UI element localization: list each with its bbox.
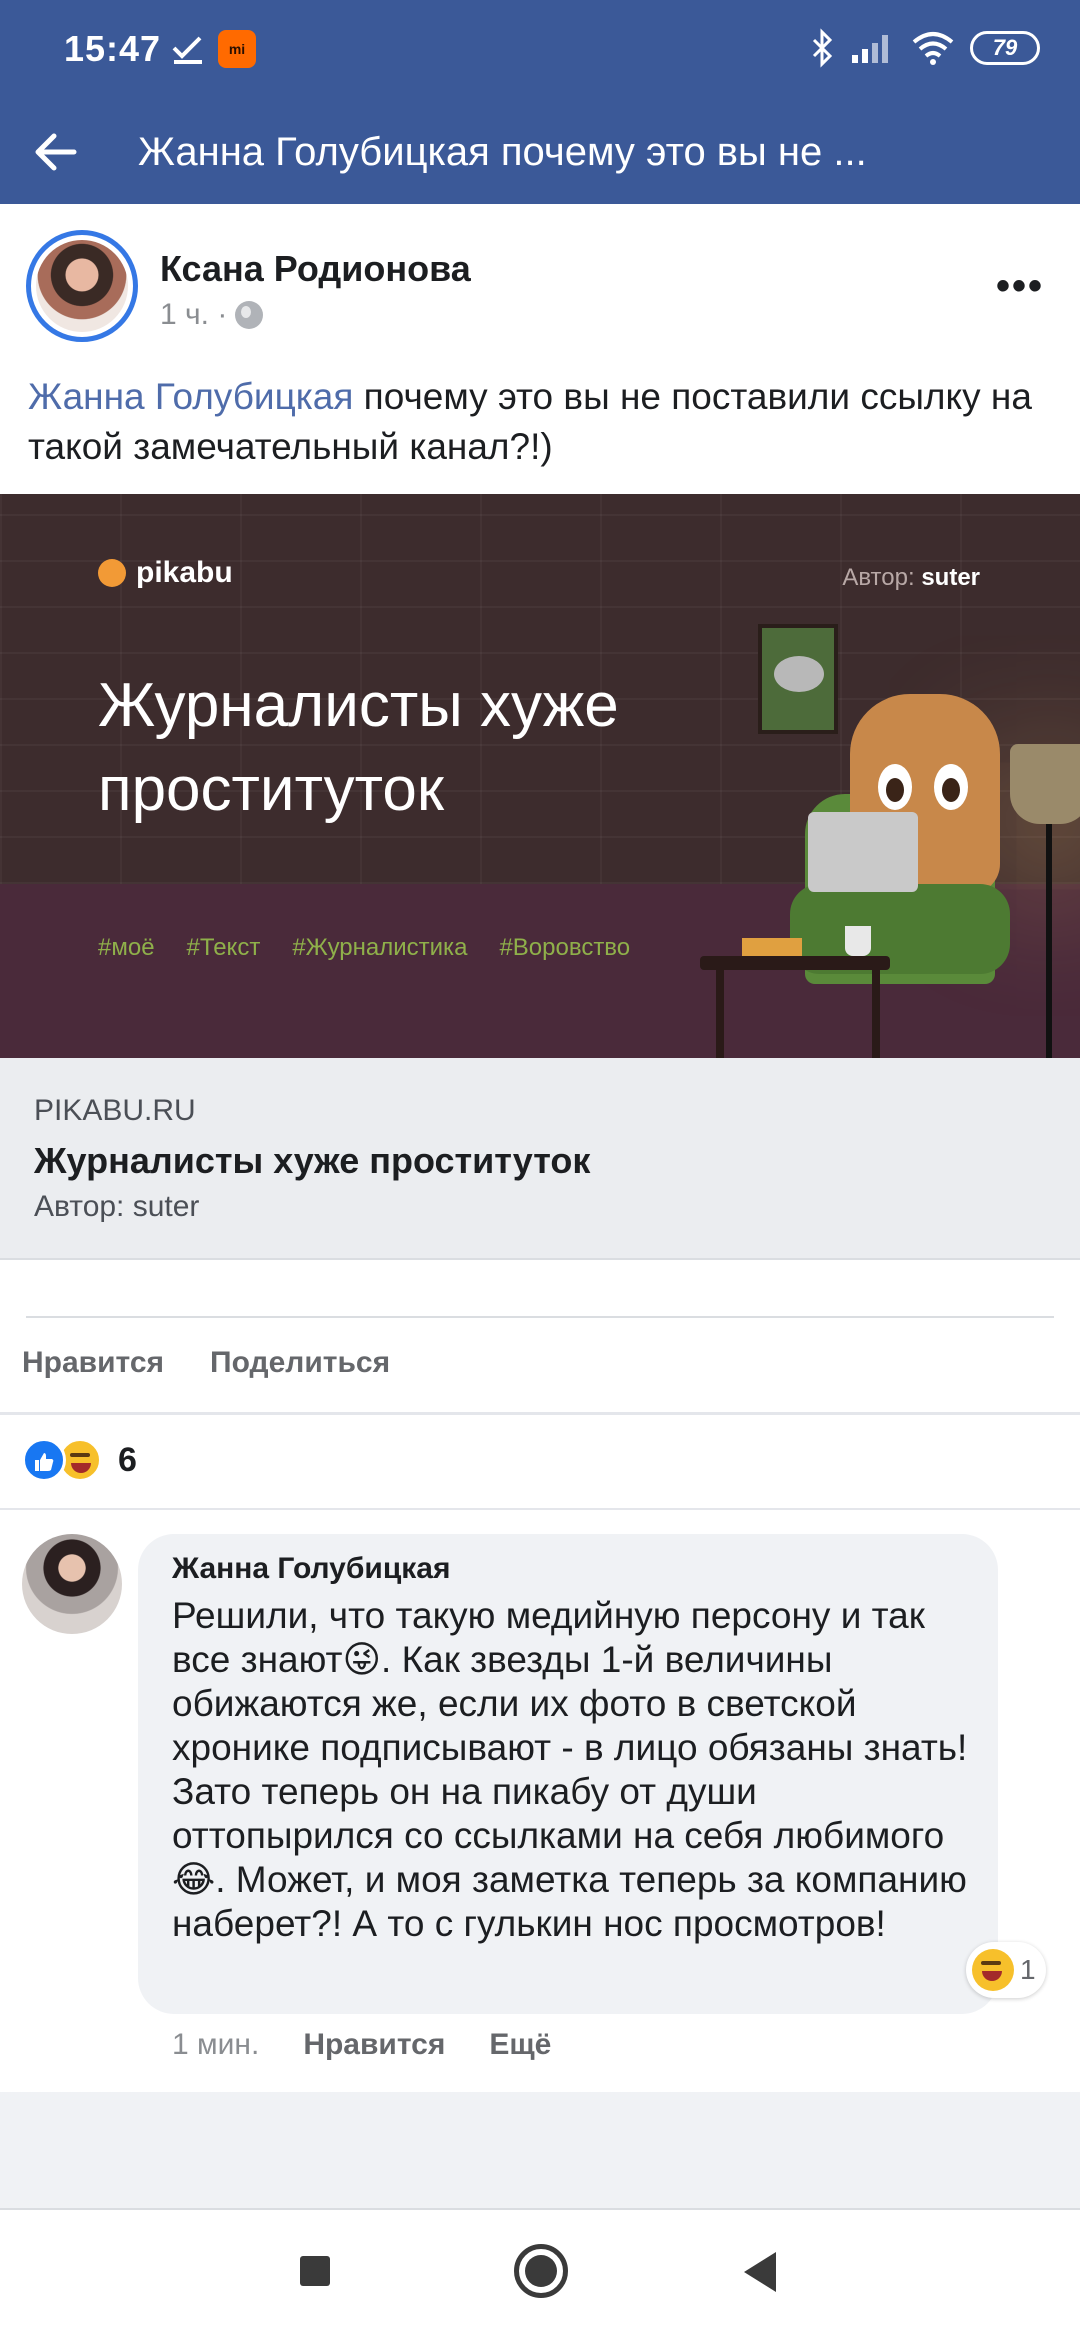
table-leg: [716, 970, 724, 1058]
download-done-icon: [172, 36, 202, 64]
link-subtitle: Автор: suter: [34, 1190, 200, 1223]
comment-reactions[interactable]: 1: [966, 1942, 1046, 1998]
status-time: 15:47: [64, 28, 162, 69]
mi-app-icon: mi: [218, 30, 256, 68]
comment-bubble: Жанна Голубицкая Решили, что такую медий…: [138, 1534, 998, 2014]
comment-meta: 1 мин. Нравится Ещё: [172, 2028, 551, 2062]
author-avatar: [36, 240, 128, 332]
divider: [0, 1412, 1080, 1415]
home-icon[interactable]: [514, 2244, 568, 2298]
page-title: Жанна Голубицкая почему это вы не ...: [138, 130, 867, 174]
post-author-name[interactable]: Ксана Родионова: [160, 248, 471, 290]
battery-icon: 79: [970, 31, 1040, 65]
frame-cloud: [774, 656, 824, 692]
lamp-stand: [1046, 824, 1052, 1058]
divider: [26, 1316, 1054, 1318]
thumbs-up-icon: [35, 1453, 54, 1471]
reactions-count: 6: [118, 1440, 137, 1479]
comment-like-button[interactable]: Нравится: [303, 2028, 445, 2062]
image-author-name: suter: [921, 564, 980, 591]
link-preview-caption[interactable]: PIKABU.RU Журналисты хуже проституток Ав…: [0, 1058, 1080, 1260]
system-navigation-bar: [0, 2212, 1080, 2340]
commenter-avatar[interactable]: [22, 1534, 122, 1634]
divider: [0, 1508, 1080, 1510]
laptop-illustration: [808, 812, 918, 892]
globe-icon: [235, 301, 264, 329]
lamp-illustration: [1010, 744, 1080, 824]
system-icons: 79: [810, 26, 1040, 70]
link-preview-image[interactable]: pikabu Автор: suter Журналисты хуже прос…: [0, 494, 1080, 1058]
table-illustration: [700, 956, 890, 970]
comment-more-button[interactable]: Ещё: [489, 2028, 551, 2062]
top-app-bar: Жанна Голубицкая почему это вы не ...: [0, 100, 1080, 204]
status-bar: 15:47 mi 79: [0, 0, 1080, 100]
pikabu-logo-icon: [98, 559, 126, 587]
post-text: Жанна Голубицкая почему это вы не постав…: [28, 372, 1058, 472]
books-illustration: [742, 938, 802, 956]
recents-icon[interactable]: [300, 2256, 330, 2286]
comment-reaction-count: 1: [1020, 1954, 1036, 1985]
image-title: Журналисты хуже проституток: [98, 671, 619, 824]
tag: #Текст: [186, 934, 261, 961]
signal-icon: [852, 35, 888, 63]
screen: 15:47 mi 79 Жанна Голубицкая почему это …: [0, 0, 1080, 2340]
tag: #моё: [98, 934, 155, 961]
wifi-icon: [912, 32, 954, 65]
cup-illustration: [845, 926, 871, 956]
character-eye: [934, 764, 968, 810]
tag: #Воровство: [499, 934, 631, 961]
post-header: Ксана Родионова 1 ч. · •••: [0, 204, 1080, 354]
character-eye: [878, 764, 912, 810]
table-leg: [872, 970, 880, 1058]
like-button[interactable]: Нравится: [22, 1346, 164, 1380]
post-time: 1 ч. ·: [160, 298, 228, 331]
reactions-summary[interactable]: 6: [22, 1438, 137, 1482]
pikabu-logo-text: pikabu: [136, 556, 233, 589]
picture-frame-illustration: [758, 624, 838, 734]
like-reaction-icon: [22, 1438, 66, 1482]
post-actions: Нравится Поделиться: [22, 1346, 390, 1380]
more-options-button[interactable]: •••: [996, 266, 1044, 306]
post-meta: 1 ч. ·: [160, 298, 264, 332]
back-triangle-icon[interactable]: [744, 2252, 776, 2292]
image-author: Автор: suter: [842, 564, 980, 592]
feed-gap: [0, 2092, 1080, 2210]
share-button[interactable]: Поделиться: [210, 1346, 390, 1380]
back-arrow-icon[interactable]: [28, 124, 84, 180]
pikabu-logo: pikabu: [98, 556, 233, 590]
comment-time: 1 мин.: [172, 2028, 260, 2061]
link-title: Журналисты хуже проституток: [34, 1140, 591, 1181]
image-tags: #моё #Текст #Журналистика #Воровство: [98, 934, 630, 962]
bluetooth-icon: [812, 28, 833, 68]
tag: #Журналистика: [292, 934, 468, 961]
author-avatar-story-ring[interactable]: [26, 230, 138, 342]
image-author-prefix: Автор:: [842, 564, 922, 591]
comment-author-name[interactable]: Жанна Голубицкая: [172, 1552, 450, 1586]
link-domain: PIKABU.RU: [34, 1094, 196, 1127]
post-mention-link[interactable]: Жанна Голубицкая: [28, 376, 353, 417]
haha-reaction-icon: [972, 1949, 1014, 1991]
comment-text: Решили, что такую медийную персону и так…: [172, 1595, 968, 1944]
